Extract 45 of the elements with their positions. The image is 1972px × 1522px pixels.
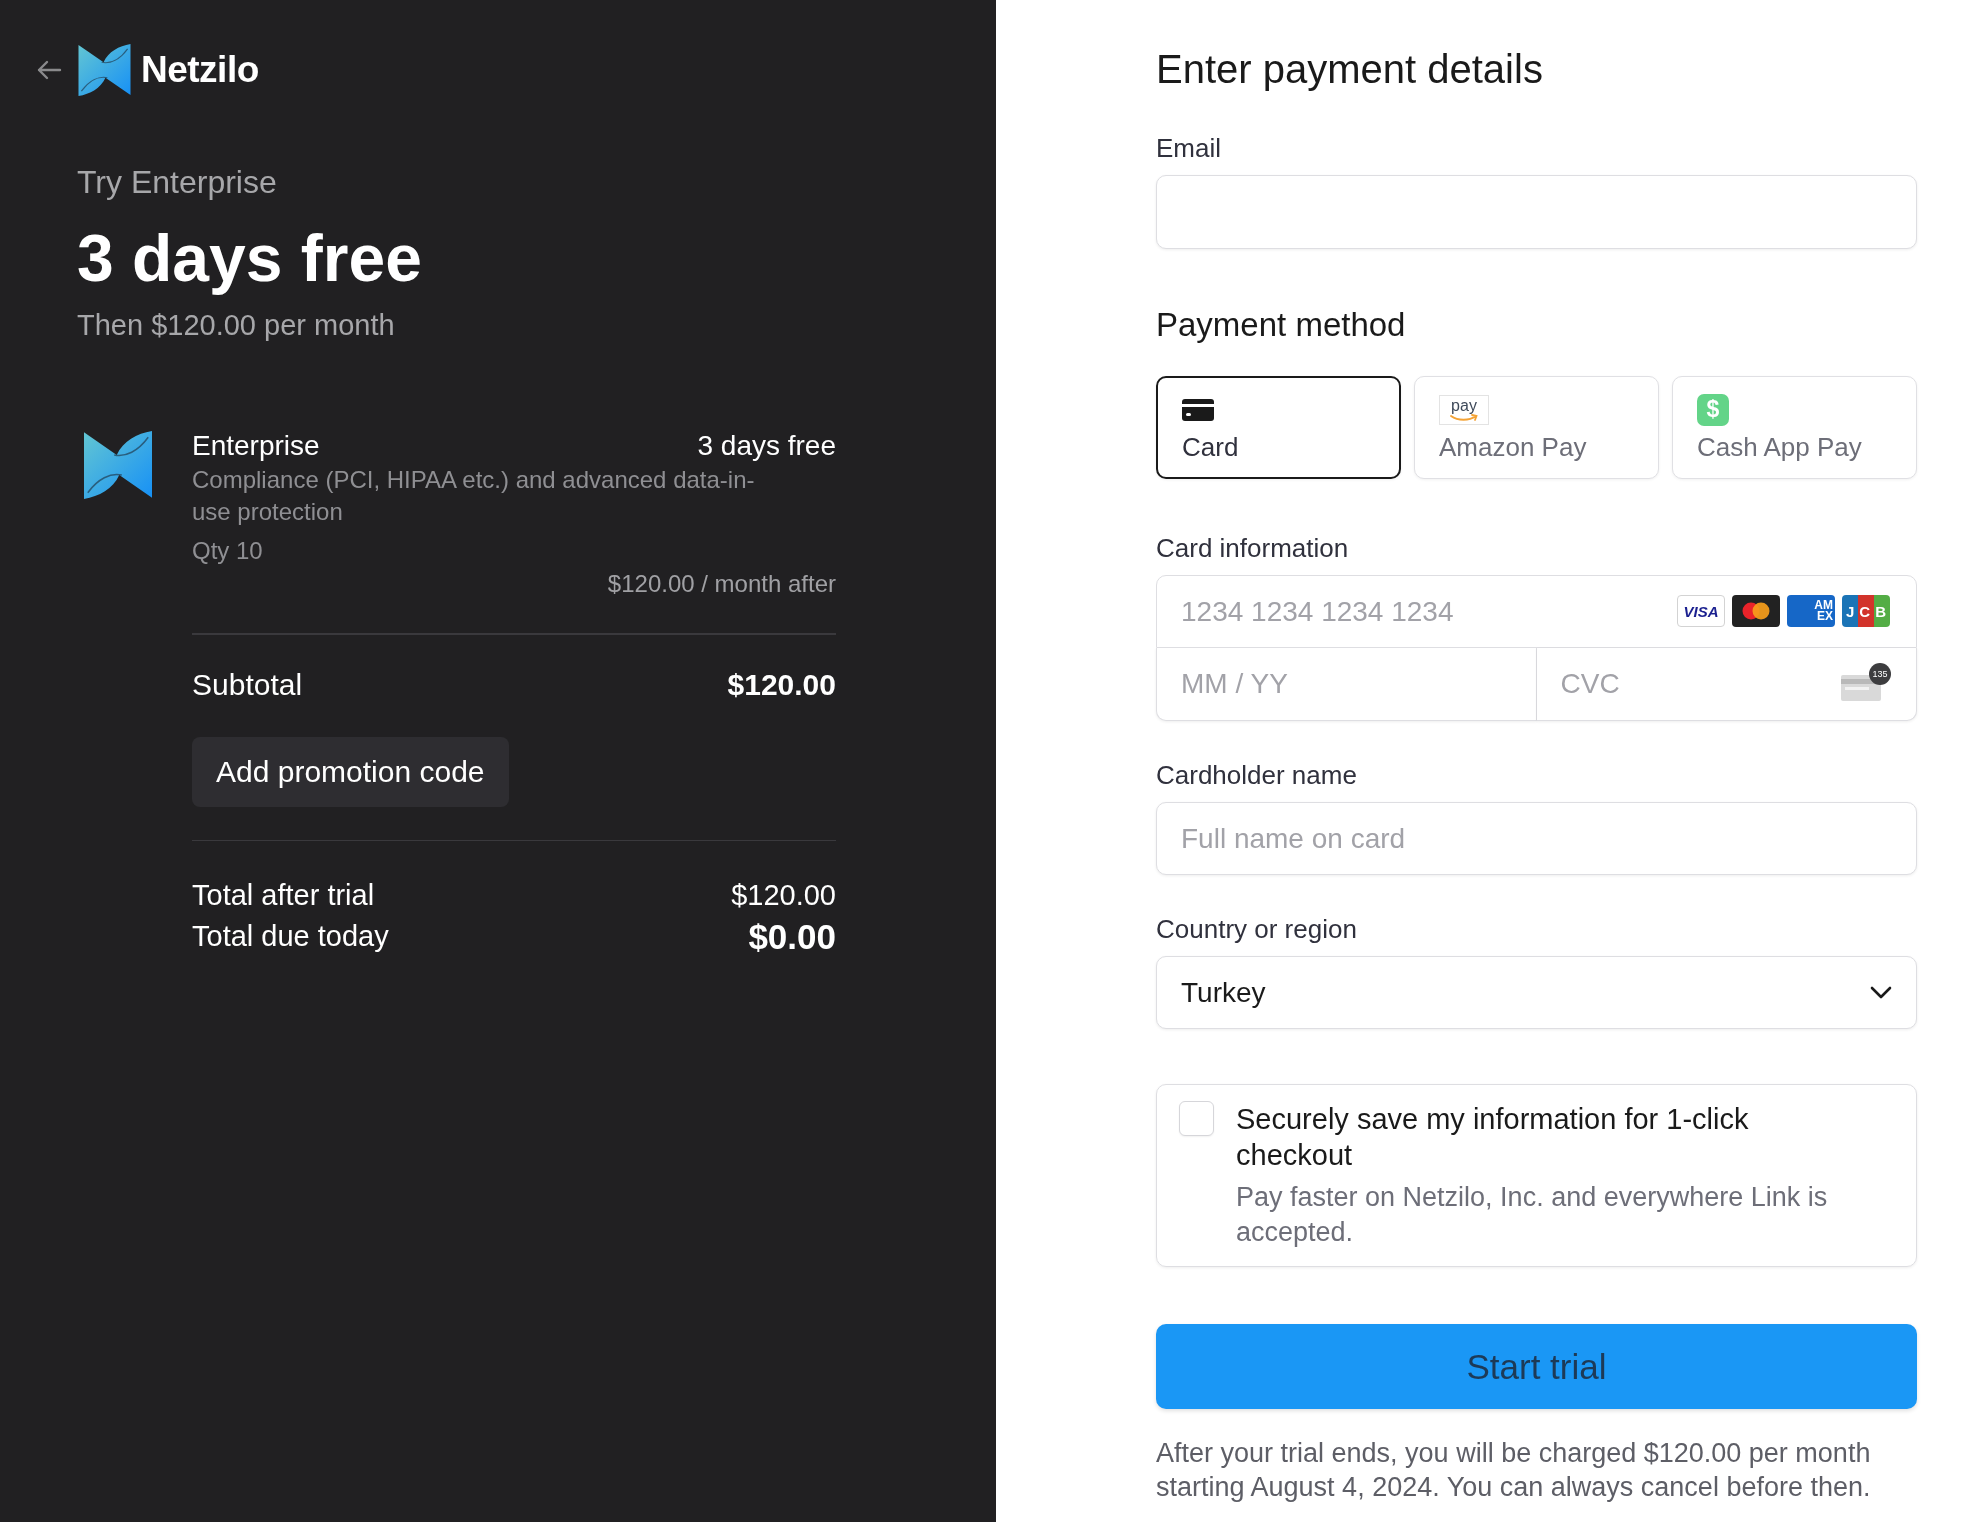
checkbox[interactable] <box>1179 1101 1214 1136</box>
visa-logo: VISA <box>1677 595 1725 627</box>
trial-notice: After your trial ends, you will be charged $120.00 per month starting August 4, 2024. You can always cancel before then. <box>1156 1437 1872 1504</box>
save-info-description: Pay faster on Netzilo, Inc. and everywhere Link is accepted. <box>1236 1181 1829 1249</box>
logo-icon <box>78 44 131 96</box>
amazon-pay-logo: pay <box>1439 394 1489 425</box>
brand-name: Netzilo <box>141 49 259 91</box>
price-subline: Then $120.00 per month <box>77 308 396 342</box>
section-heading: Payment method <box>1156 307 1407 343</box>
promotion-code-button[interactable]: Add promotion code <box>192 736 509 807</box>
start-trial-button[interactable]: Start trial <box>1156 1324 1917 1409</box>
amex-logo: AM EX <box>1787 595 1835 627</box>
field-label: Country or region <box>1156 914 1358 944</box>
back-arrow-icon[interactable] <box>36 60 62 80</box>
dollar-sign-icon: $ <box>1697 393 1729 426</box>
subtotal-label: Subtotal <box>192 667 303 702</box>
plan-label: Try Enterprise <box>77 164 278 200</box>
total-label: Total after trial <box>192 879 375 912</box>
product-logo-icon <box>84 431 152 499</box>
payment-method-tab[interactable]: pay Amazon Pay <box>1414 376 1659 479</box>
total-amount: $0.00 <box>748 916 836 957</box>
product-description: Compliance (PCI, HIPAA etc.) and advanced data-in-use protection <box>192 465 756 527</box>
total-amount: $120.00 <box>731 879 836 912</box>
subtotal-amount: $120.00 <box>727 667 836 702</box>
save-info-title: Securely save my information for 1-click checkout <box>1236 1102 1750 1173</box>
jcb-logo: JCB <box>1842 595 1890 627</box>
expiry-field[interactable]: MM / YY <box>1156 648 1537 721</box>
field-label: Email <box>1156 133 1222 163</box>
total-label: Total due today <box>192 920 389 953</box>
product-name: Enterprise <box>192 430 320 462</box>
cardholder-name-field[interactable]: Full name on card <box>1156 802 1917 875</box>
payment-method-tab[interactable]: Card <box>1156 376 1401 479</box>
quantity-text: Qty 10 <box>192 536 264 566</box>
page-title: Enter payment details <box>1156 46 1544 92</box>
payment-method-tab[interactable]: $ Cash App Pay <box>1672 376 1917 479</box>
mastercard-logo <box>1732 595 1780 627</box>
field-label: Cardholder name <box>1156 760 1358 790</box>
credit-card-icon <box>1182 398 1214 421</box>
chevron-down-icon <box>1870 986 1892 999</box>
email-field[interactable] <box>1156 175 1917 249</box>
field-label: Card information <box>1156 533 1350 563</box>
country-select[interactable]: Turkey <box>1156 956 1917 1029</box>
price-after-text: $120.00 / month after <box>606 569 836 599</box>
trial-headline: 3 days free <box>77 220 423 296</box>
trial-length: 3 days free <box>697 430 836 462</box>
